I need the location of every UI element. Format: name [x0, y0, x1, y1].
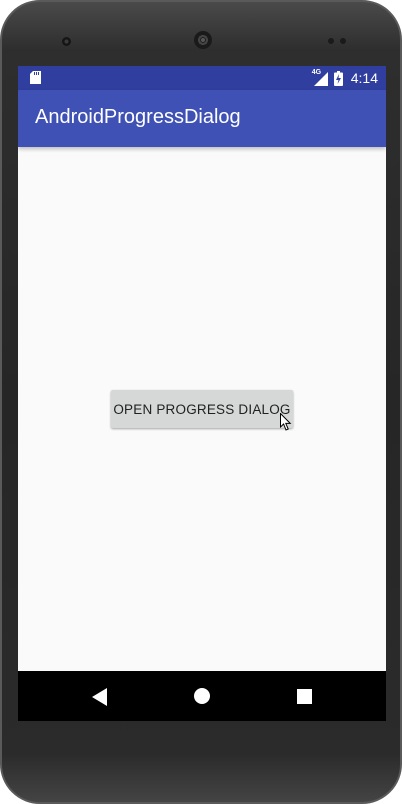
- navigation-bar: [18, 671, 386, 721]
- sensor: [340, 38, 346, 44]
- content-area: OPEN PROGRESS DIALOG: [18, 147, 386, 671]
- front-camera: [62, 37, 71, 46]
- recents-icon[interactable]: [297, 689, 312, 704]
- home-icon[interactable]: [194, 688, 210, 704]
- app-title: AndroidProgressDialog: [35, 106, 241, 128]
- phone-frame: 4G 4:14 AndroidProgressDialog OPEN PROGR…: [0, 0, 402, 804]
- speaker-grille: [194, 31, 212, 49]
- status-bar: 4G 4:14: [18, 66, 386, 90]
- status-clock: 4:14: [350, 70, 378, 86]
- battery-charging-icon: [333, 70, 343, 86]
- mouse-cursor-icon: [280, 413, 292, 431]
- signal-icon: 4G: [312, 69, 328, 86]
- proximity-sensors: [328, 38, 346, 44]
- sd-card-icon: [30, 71, 41, 84]
- status-icons: 4G 4:14: [312, 66, 378, 90]
- app-bar: AndroidProgressDialog: [18, 90, 386, 147]
- back-icon[interactable]: [92, 688, 108, 706]
- open-progress-dialog-button[interactable]: OPEN PROGRESS DIALOG: [111, 390, 293, 428]
- screen: 4G 4:14 AndroidProgressDialog OPEN PROGR…: [18, 66, 386, 721]
- sensor: [328, 38, 334, 44]
